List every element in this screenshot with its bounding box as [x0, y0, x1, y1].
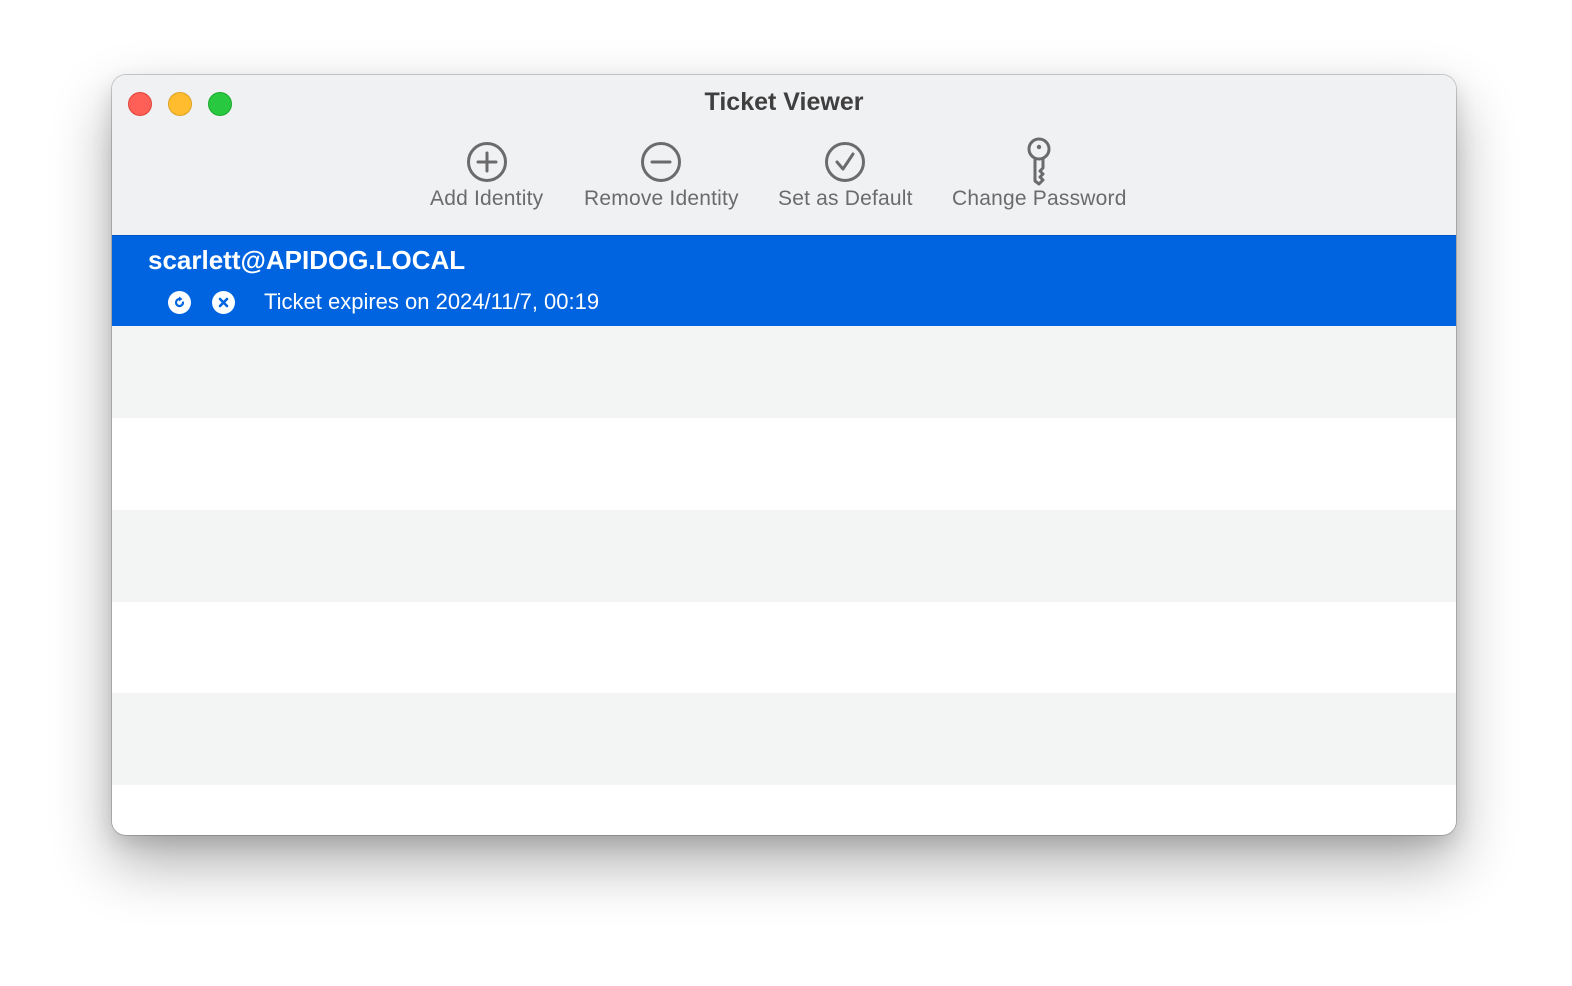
remove-identity-label: Remove Identity — [584, 187, 739, 210]
change-password-label: Change Password — [952, 187, 1127, 210]
plus-circle-icon — [465, 137, 509, 187]
ticket-expiration-text: Ticket expires on 2024/11/7, 00:19 — [264, 289, 600, 314]
empty-row — [112, 326, 1456, 418]
destroy-ticket-icon — [218, 297, 229, 307]
set-as-default-button[interactable]: Set as Default — [778, 137, 913, 211]
toolbar: Add Identity Remove Identity Set as Defa… — [112, 137, 1456, 217]
set-as-default-label: Set as Default — [778, 187, 913, 210]
identity-row[interactable]: scarlett@APIDOG.LOCAL Ticket expires on … — [112, 235, 1456, 326]
empty-row — [112, 418, 1456, 510]
renew-icon — [174, 296, 185, 307]
empty-row — [112, 510, 1456, 602]
ticket-status-line: Ticket expires on 2024/11/7, 00:19 — [168, 289, 599, 315]
checkmark-circle-icon — [823, 137, 867, 187]
add-identity-label: Add Identity — [430, 187, 544, 210]
empty-row — [112, 693, 1456, 785]
add-identity-button[interactable]: Add Identity — [430, 137, 543, 211]
empty-row — [112, 785, 1456, 835]
empty-row — [112, 602, 1456, 694]
identity-list[interactable]: scarlett@APIDOG.LOCAL Ticket expires on … — [112, 235, 1456, 835]
renew-ticket-button[interactable] — [168, 290, 191, 314]
minus-circle-icon — [639, 137, 683, 187]
change-password-button[interactable]: Change Password — [952, 137, 1127, 211]
remove-identity-button[interactable]: Remove Identity — [584, 137, 739, 211]
principal-name: scarlett@APIDOG.LOCAL — [148, 245, 466, 275]
window-title: Ticket Viewer — [704, 88, 864, 116]
ticket-viewer-window: Ticket Viewer Add Identity Remove Identi… — [112, 75, 1456, 835]
titlebar: Ticket Viewer Add Identity Remove Identi… — [112, 75, 1456, 235]
key-icon — [1017, 137, 1061, 187]
destroy-ticket-button[interactable] — [212, 290, 235, 314]
